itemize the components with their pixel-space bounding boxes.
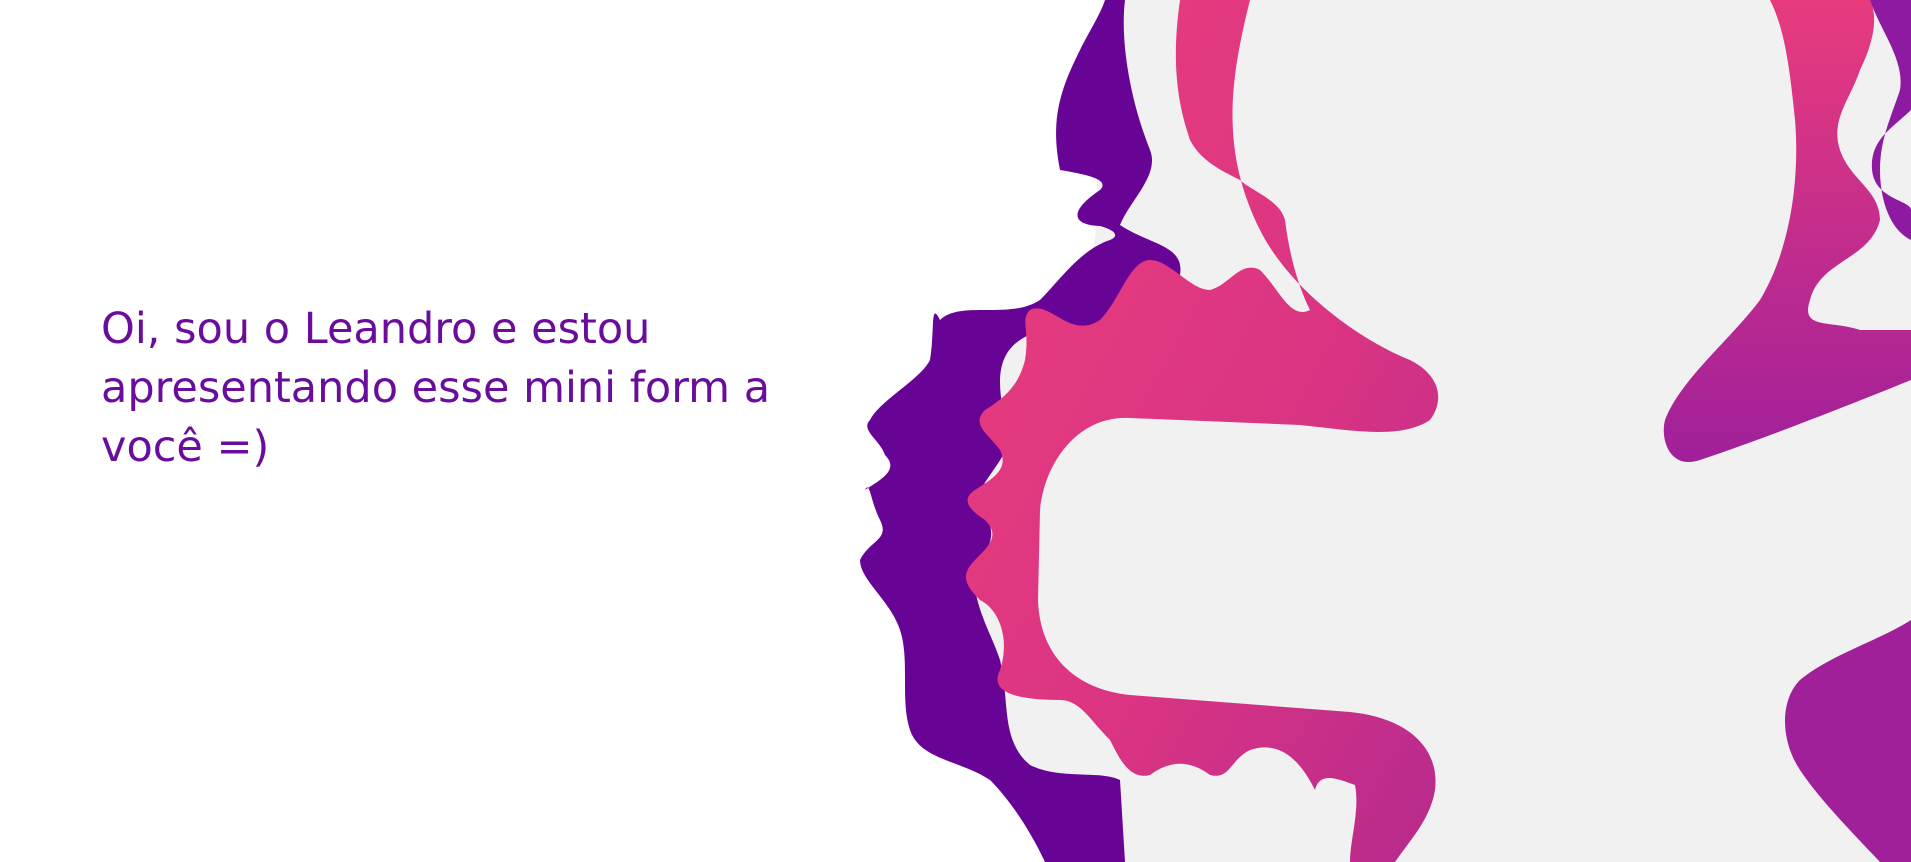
slide-page: Oi, sou o Leandro e estou apresentando e… [0,0,1911,862]
wavy-abstract-shape-icon [860,0,1911,862]
